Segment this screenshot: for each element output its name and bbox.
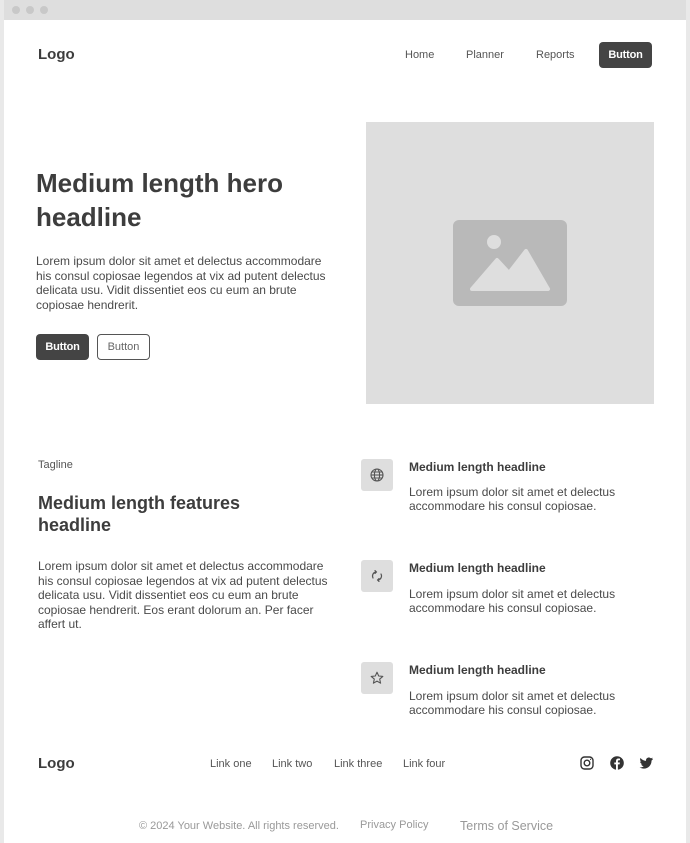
window-dot-minimize[interactable] bbox=[26, 6, 34, 14]
hero-secondary-button[interactable]: Button bbox=[97, 334, 150, 360]
header-logo[interactable]: Logo bbox=[38, 46, 75, 63]
facebook-icon[interactable] bbox=[609, 755, 625, 771]
hero-image-placeholder bbox=[366, 122, 654, 404]
footer-link-three[interactable]: Link three bbox=[334, 758, 382, 770]
footer-link-one[interactable]: Link one bbox=[210, 758, 252, 770]
features-body-text: Lorem ipsum dolor sit amet et delectus a… bbox=[38, 559, 328, 632]
footer-terms-link[interactable]: Terms of Service bbox=[460, 819, 553, 833]
hero-headline: Medium length hero headline bbox=[36, 168, 283, 232]
feature-item-body: Lorem ipsum dolor sit amet et delectus a… bbox=[409, 689, 616, 717]
refresh-icon bbox=[361, 560, 393, 592]
hero-body-text: Lorem ipsum dolor sit amet et delectus a… bbox=[36, 254, 326, 312]
features-tagline: Tagline bbox=[38, 459, 73, 471]
header-cta-button[interactable]: Button bbox=[599, 42, 652, 68]
footer-link-four[interactable]: Link four bbox=[403, 758, 445, 770]
footer-privacy-link[interactable]: Privacy Policy bbox=[360, 819, 428, 831]
feature-item-body: Lorem ipsum dolor sit amet et delectus a… bbox=[409, 587, 616, 615]
footer-link-two[interactable]: Link two bbox=[272, 758, 312, 770]
window-titlebar bbox=[4, 0, 686, 20]
footer-logo[interactable]: Logo bbox=[38, 755, 75, 772]
feature-item-body: Lorem ipsum dolor sit amet et delectus a… bbox=[409, 485, 616, 513]
twitter-icon[interactable] bbox=[638, 755, 654, 771]
nav-link-reports[interactable]: Reports bbox=[536, 49, 575, 61]
nav-link-home[interactable]: Home bbox=[405, 49, 434, 61]
nav-link-planner[interactable]: Planner bbox=[466, 49, 504, 61]
browser-window: Logo Home Planner Reports Button Medium … bbox=[4, 0, 686, 843]
features-headline: Medium length features headline bbox=[38, 493, 241, 535]
star-icon bbox=[361, 662, 393, 694]
footer-copyright: © 2024 Your Website. All rights reserved… bbox=[139, 820, 339, 832]
globe-icon bbox=[361, 459, 393, 491]
window-dot-close[interactable] bbox=[12, 6, 20, 14]
feature-item-title: Medium length headline bbox=[409, 460, 546, 474]
hero-primary-button[interactable]: Button bbox=[36, 334, 89, 360]
window-dot-maximize[interactable] bbox=[40, 6, 48, 14]
instagram-icon[interactable] bbox=[579, 755, 595, 771]
feature-item-title: Medium length headline bbox=[409, 663, 546, 677]
feature-item-title: Medium length headline bbox=[409, 561, 546, 575]
image-placeholder-icon bbox=[453, 220, 567, 306]
